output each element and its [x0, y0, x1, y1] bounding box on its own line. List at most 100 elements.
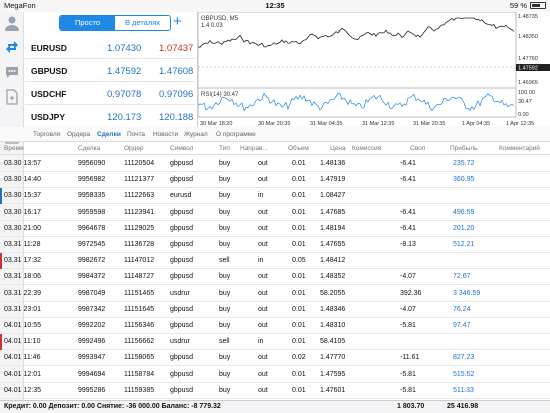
col-commission[interactable]: Комиссия — [352, 145, 381, 152]
tab-trade[interactable]: Торговля — [33, 131, 60, 138]
cell-symbol: gbpusd — [170, 370, 193, 378]
table-row[interactable]: 04.01 12:35 9995286 11159385 gbpusd buy out 0.… — [0, 383, 550, 399]
table-row[interactable]: 03.31 22:39 9987049 11151465 usdrur buy out 0.… — [0, 286, 550, 302]
cell-vol: 0.01 — [292, 386, 306, 394]
quote-bid[interactable]: 1.07430 — [107, 43, 141, 54]
cell-price: 1.48310 — [320, 322, 346, 329]
quote-bid[interactable]: 120.173 — [107, 112, 141, 123]
col-direction[interactable]: Направ... — [240, 145, 268, 152]
cell-swap: -4.07 — [400, 273, 416, 281]
table-row[interactable]: 03.30 16:17 9959598 11123941 gbpusd buy out 0.… — [0, 205, 550, 221]
quotes-icon[interactable] — [4, 39, 20, 55]
cell-price: 58.2055 — [320, 289, 346, 297]
table-row[interactable]: 04.01 11:10 9992496 11156662 usdrur sell in 0.… — [0, 334, 550, 351]
table-row[interactable]: 03.30 15:37 9958335 11122663 eurusd buy in 0.0… — [0, 188, 550, 205]
price-chart[interactable]: GBPUSD, M5 1.4 0.03 RSI(14) 30.47 1.4873… — [197, 11, 550, 130]
table-row[interactable]: 03.30 13:57 9956090 11120504 gbpusd buy out 0.… — [0, 156, 550, 172]
cell-symbol: eurusd — [170, 192, 192, 200]
cell-swap: -5.81 — [400, 386, 416, 394]
quote-ask[interactable]: 1.47608 — [159, 66, 193, 77]
document-icon[interactable] — [4, 89, 20, 105]
cell-price: 1.47685 — [320, 208, 346, 216]
tab-journal[interactable]: Журнал — [184, 131, 208, 138]
add-symbol-icon[interactable]: + — [173, 13, 182, 30]
quote-row[interactable]: USDCHF 0.97078 0.97096 — [25, 83, 195, 105]
row-marker — [0, 334, 2, 351]
summary-footer: Кредит: 0.00 Депозит: 0.00 Снятие: -36 0… — [0, 400, 550, 413]
cell-deal: 9956090 — [78, 160, 106, 167]
cell-dir: out — [258, 208, 268, 216]
tab-deals[interactable]: Сделки — [97, 131, 121, 138]
table-row[interactable]: 03.30 14:40 9956982 11121377 gbpusd buy out 0.… — [0, 172, 550, 189]
col-comment[interactable]: Комментарий — [499, 145, 540, 152]
cell-type: buy — [219, 289, 231, 297]
cell-type: buy — [219, 386, 231, 394]
cell-profit: 515.52 — [453, 370, 475, 378]
cell-type: buy — [219, 224, 231, 232]
quote-row[interactable]: USDJPY 120.173 120.188 — [25, 106, 195, 128]
cell-order: 11156662 — [124, 338, 155, 346]
cell-type: buy — [219, 176, 231, 184]
cell-dir: out — [258, 354, 268, 362]
quote-ask[interactable]: 120.188 — [159, 112, 193, 123]
cell-time: 03.30 15:37 — [4, 192, 41, 200]
col-profit[interactable]: Прибыль — [450, 145, 478, 152]
col-type[interactable]: Тип — [219, 145, 230, 152]
tab-about[interactable]: О программе — [216, 131, 256, 138]
col-price[interactable]: Цена — [330, 145, 346, 152]
cell-order: 11122663 — [124, 192, 155, 200]
cell-deal: 9987049 — [78, 289, 106, 297]
tab-orders[interactable]: Ордера — [67, 131, 90, 138]
cell-time: 04.01 10:55 — [4, 322, 41, 329]
table-row[interactable]: 03.31 11:28 9972545 11136728 gbpusd buy out 0.… — [0, 237, 550, 253]
chart-canvas[interactable]: GBPUSD, M5 1.4 0.03 RSI(14) 30.47 1.4873… — [197, 11, 550, 130]
price-label-current: 1.47592 — [518, 66, 538, 72]
col-volume[interactable]: Объем — [288, 145, 309, 152]
col-swap[interactable]: Своп — [410, 145, 425, 152]
table-row[interactable]: 03.31 18:06 9984372 11148727 gbpusd buy out 0.… — [0, 269, 550, 286]
cell-deal: 9958335 — [78, 192, 106, 200]
quote-row[interactable]: EURUSD 1.07430 1.07437 — [25, 37, 195, 59]
table-row[interactable]: 04.01 10:55 9992202 11156346 gbpusd buy out 0.… — [0, 318, 550, 334]
cell-type: buy — [219, 305, 231, 313]
col-order[interactable]: Ордер — [124, 145, 144, 152]
cell-deal: 9992202 — [78, 322, 106, 329]
table-row[interactable]: 03.31 17:32 9982672 11147012 gbpusd sell in 0.… — [0, 253, 550, 270]
cell-price: 1.48352 — [320, 273, 346, 281]
row-marker — [0, 253, 2, 270]
chat-icon[interactable] — [4, 64, 20, 80]
tab-news[interactable]: Новости — [153, 131, 178, 138]
row-marker — [0, 188, 2, 205]
cell-vol: 0.01 — [292, 322, 306, 329]
cell-symbol: gbpusd — [170, 305, 193, 313]
clock: 12:35 — [265, 1, 285, 10]
account-icon[interactable] — [4, 15, 20, 31]
table-row[interactable]: 03.31 23:01 9987342 11151645 gbpusd buy out 0.… — [0, 302, 550, 318]
tab-simple[interactable]: Просто — [60, 16, 115, 30]
cell-swap: -8.13 — [400, 241, 416, 248]
cell-order: 11151465 — [124, 289, 155, 297]
quote-bid[interactable]: 0.97078 — [107, 89, 141, 100]
col-time[interactable]: Время — [4, 145, 24, 152]
quotes-view-switch: Просто В деталях — [59, 15, 171, 31]
cell-type: buy — [219, 208, 231, 216]
cell-price: 1.47655 — [320, 241, 346, 248]
col-deal[interactable]: Сделка — [78, 145, 100, 152]
cell-profit: 360.95 — [453, 176, 475, 184]
cell-symbol: gbpusd — [170, 224, 193, 232]
col-symbol[interactable]: Символ — [170, 145, 193, 152]
tab-details[interactable]: В деталях — [115, 16, 170, 30]
quote-bid[interactable]: 1.47592 — [107, 66, 141, 77]
status-bar: MegaFon 12:35 59 % — [0, 0, 550, 12]
cell-swap: -6.41 — [400, 208, 416, 216]
quote-row[interactable]: GBPUSD 1.47592 1.47608 — [25, 60, 195, 82]
table-row[interactable]: 03.30 21:00 9964678 11129025 gbpusd buy out 0.… — [0, 221, 550, 237]
table-row[interactable]: 04.01 11:46 9993947 11158065 gbpusd buy out 0.… — [0, 350, 550, 367]
tab-mail[interactable]: Почта — [127, 131, 145, 138]
table-row[interactable]: 04.01 12:01 9994694 11158784 gbpusd buy out 0.… — [0, 367, 550, 383]
cell-dir: out — [258, 273, 268, 281]
quote-ask[interactable]: 0.97096 — [159, 89, 193, 100]
quote-symbol: EURUSD — [31, 43, 67, 53]
quote-ask[interactable]: 1.07437 — [159, 43, 193, 54]
cell-type: buy — [219, 370, 231, 378]
